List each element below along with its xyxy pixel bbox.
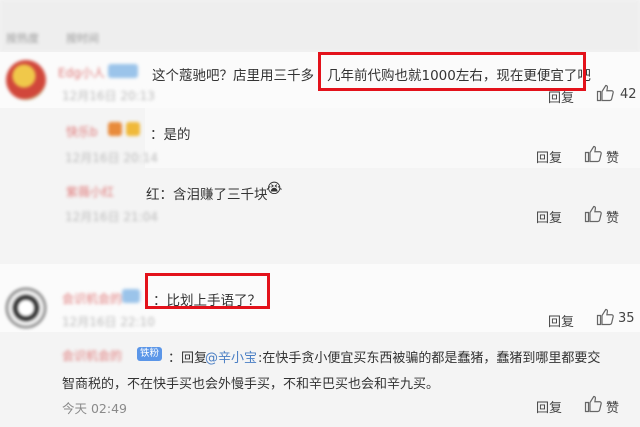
- user-badge: [122, 289, 140, 303]
- highlight-box: [145, 273, 270, 309]
- username[interactable]: 紫薇小红: [66, 183, 114, 200]
- user-badge: [108, 122, 122, 136]
- reply-prefix: ：回复: [168, 351, 208, 366]
- username[interactable]: 会识机会的: [62, 347, 122, 364]
- comment-text: ：是的: [150, 127, 191, 143]
- timestamp: 12月16日 20:13: [62, 89, 155, 103]
- reply-button[interactable]: 回复: [536, 207, 562, 226]
- crying-emoji-icon: 😭: [266, 181, 283, 197]
- reply-button[interactable]: 回复: [536, 397, 562, 416]
- comment-text-line1: :在快手贪小便宜买东西被骗的都是蠢猪，蠢猪到哪里都要交: [258, 351, 601, 366]
- like-count: 42: [620, 87, 637, 102]
- mention-link[interactable]: @辛小宝: [205, 347, 257, 366]
- like-label: 赞: [606, 211, 620, 226]
- tab-hot[interactable]: 按热度: [6, 30, 39, 46]
- like-label: 赞: [606, 151, 620, 166]
- tab-time[interactable]: 按时间: [66, 30, 99, 46]
- reply-button[interactable]: 回复: [548, 87, 574, 106]
- comment-text: 这个蔻驰吧？店里用三千多: [152, 68, 314, 84]
- username[interactable]: Edg小人: [58, 64, 105, 81]
- user-badge: [108, 64, 138, 78]
- like-label: 赞: [606, 401, 620, 416]
- reply-button[interactable]: 回复: [536, 147, 562, 166]
- highlight-box: [318, 52, 586, 91]
- thumbs-up-icon[interactable]: [584, 205, 602, 223]
- thumbs-up-icon[interactable]: [584, 145, 602, 163]
- thumbs-up-icon[interactable]: [596, 84, 614, 102]
- fan-badge: 铁粉: [137, 347, 163, 361]
- timestamp: 今天 02:49: [62, 401, 127, 416]
- avatar[interactable]: [6, 60, 46, 100]
- thumbs-up-icon[interactable]: [584, 395, 602, 413]
- avatar[interactable]: [6, 288, 46, 328]
- username[interactable]: 快乐b: [66, 123, 98, 140]
- comment-text: 红：含泪赚了三千块: [146, 187, 268, 203]
- comment-text-line2: 智商税的，不在快手买也会外慢手买，不和辛巴买也会和辛九买。: [62, 377, 440, 392]
- timestamp: 12月16日 20:14: [65, 151, 158, 165]
- user-badge: [126, 122, 140, 136]
- reply-button[interactable]: 回复: [548, 311, 574, 330]
- timestamp: 12月16日 22:10: [62, 315, 155, 329]
- top-bar: 按热度 按时间: [0, 0, 640, 52]
- comment-2-band: [145, 108, 640, 168]
- timestamp: 12月16日 21:04: [65, 210, 158, 224]
- like-count: 35: [618, 311, 635, 326]
- thumbs-up-icon[interactable]: [596, 308, 614, 326]
- username[interactable]: 会识机会的: [62, 290, 122, 307]
